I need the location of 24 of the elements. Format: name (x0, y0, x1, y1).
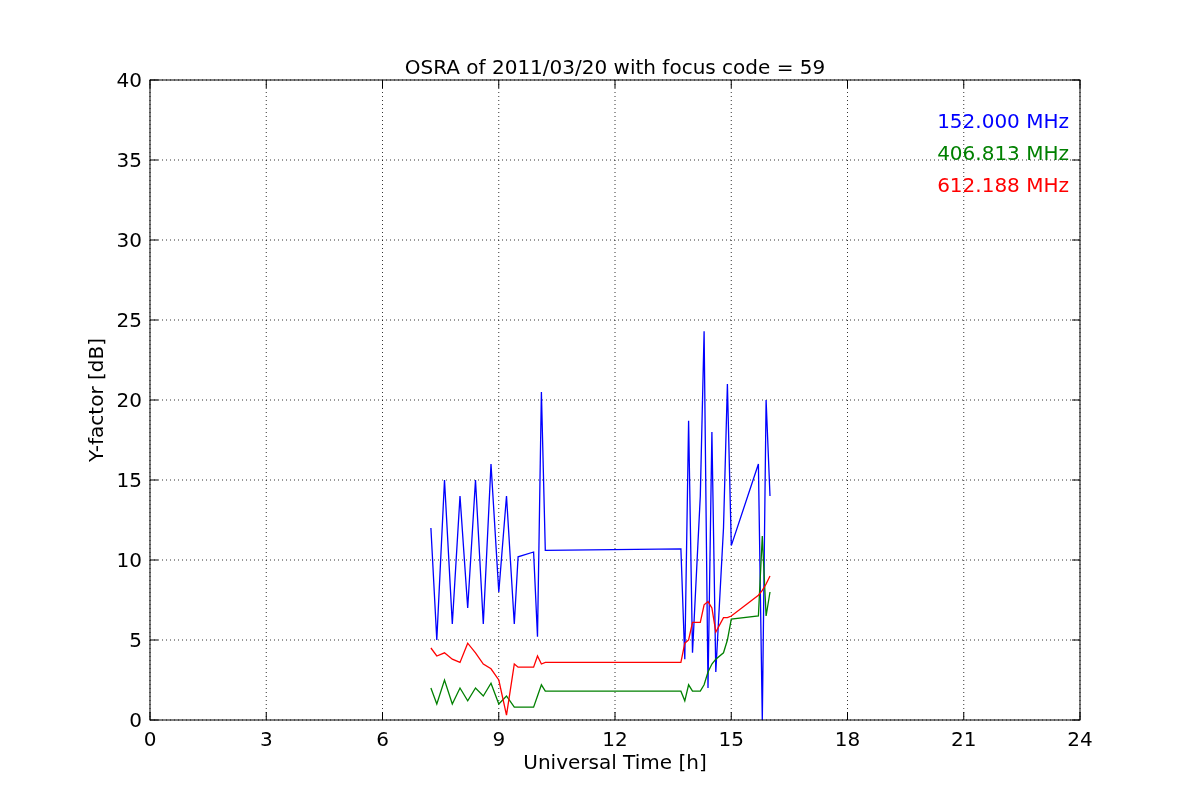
y-axis-label: Y-factor [dB] (84, 338, 108, 462)
legend-label: 612.188 MHz (937, 173, 1069, 197)
x-tick-label: 0 (143, 727, 157, 751)
y-tick-label: 25 (116, 308, 142, 332)
legend-label: 152.000 MHz (937, 109, 1069, 133)
y-tick-label: 15 (116, 468, 142, 492)
y-tick-label: 40 (116, 68, 142, 92)
chart-title: OSRA of 2011/03/20 with focus code = 59 (404, 55, 826, 79)
y-tick-label: 20 (116, 388, 142, 412)
y-tick-label: 10 (116, 548, 142, 572)
y-tick-label: 35 (116, 148, 142, 172)
legend-label: 406.813 MHz (937, 141, 1069, 165)
x-tick-label: 3 (259, 727, 273, 751)
y-tick-label: 5 (129, 628, 142, 652)
x-tick-label: 18 (834, 727, 861, 751)
y-tick-label: 30 (116, 228, 142, 252)
x-tick-label: 24 (1067, 727, 1093, 751)
x-tick-label: 6 (376, 727, 389, 751)
x-tick-label: 9 (492, 727, 506, 751)
x-tick-label: 21 (951, 727, 977, 751)
x-tick-label: 15 (718, 727, 744, 751)
x-axis-label: Universal Time [h] (523, 750, 707, 774)
x-tick-label: 12 (602, 727, 628, 751)
y-tick-label: 0 (129, 708, 142, 732)
